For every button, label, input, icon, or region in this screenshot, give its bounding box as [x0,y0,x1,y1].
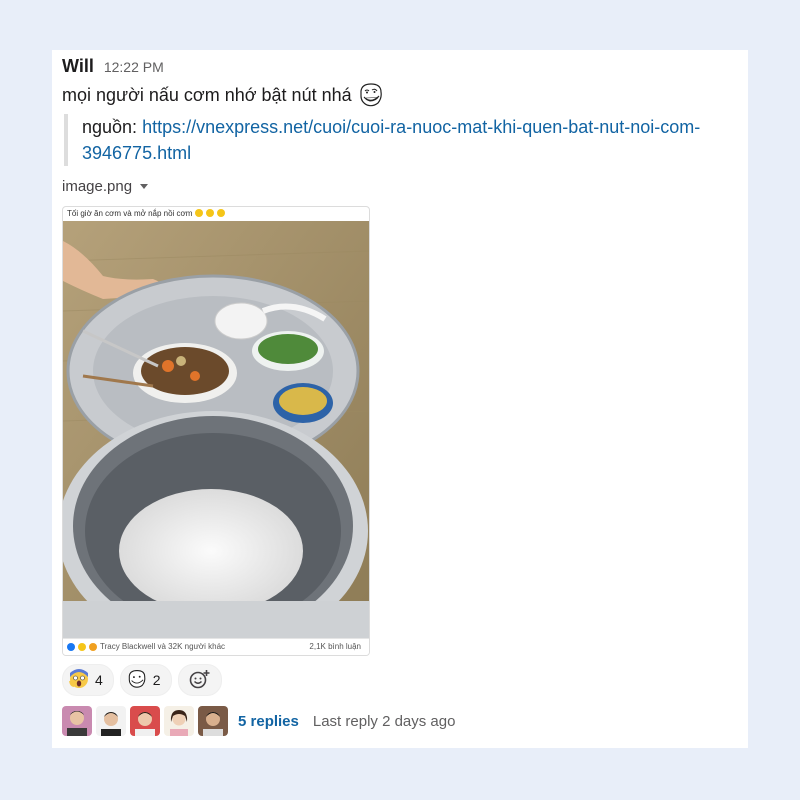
attachment-filename[interactable]: image.png [62,178,132,195]
last-reply-time: Last reply 2 days ago [312,712,456,730]
message-header: Will 12:22 PM [62,56,164,78]
smiley-icon [217,209,226,217]
image-caption-row: Tối giờ ăn cơm và mở nắp nồi cơm [67,207,226,219]
smiley-icon [206,209,215,217]
avatar[interactable] [164,706,194,736]
message-text: mọi người nấu cơm nhớ bật nút nhá [62,84,352,105]
author-name[interactable]: Will [62,56,94,77]
message-timestamp[interactable]: 12:22 PM [104,59,164,75]
wow-icon [89,642,97,651]
reaction-screaming[interactable]: 4 [62,664,114,696]
image-caption: Tối giờ ăn cơm và mở nắp nồi cơm [67,208,193,218]
reaction-count: 4 [95,672,103,688]
reactions-bar: 4 2 [62,664,222,696]
chevron-down-icon[interactable] [140,184,149,189]
avatar[interactable] [130,706,160,736]
like-icon [67,642,75,651]
reaction-trollface[interactable]: 2 [119,664,172,696]
trollface-icon [358,82,384,108]
image-footer-left: Tracy Blackwell và 32K người khác [67,642,225,651]
rice-cooker-photo [63,221,369,641]
avatar[interactable] [198,706,228,736]
avatar[interactable] [62,706,92,736]
quote-prefix: nguồn: [82,117,143,137]
message-text-row: mọi người nấu cơm nhớ bật nút nhá [62,82,384,108]
source-link[interactable]: https://vnexpress.net/cuoi/cuoi-ra-nuoc-… [82,117,700,163]
smiley-icon [195,209,204,217]
image-footer: Tracy Blackwell và 32K người khác 2,1K b… [63,638,369,655]
attachment-header: image.png [62,178,149,195]
image-footer-comments: 2,1K bình luận [309,642,361,651]
link-quote: nguồn: https://vnexpress.net/cuoi/cuoi-r… [64,114,760,166]
trollface-icon [127,669,147,692]
attached-image[interactable]: Tối giờ ăn cơm và mở nắp nồi cơm Tracy B… [62,206,370,656]
add-reaction-icon [189,669,211,692]
replies-link[interactable]: 5 replies [238,713,299,730]
haha-icon [78,642,86,651]
screaming-face-icon [69,668,89,692]
image-footer-reactors: Tracy Blackwell và 32K người khác [100,642,226,651]
message-card: Will 12:22 PM mọi người nấu cơm nhớ bật … [52,50,748,748]
thread-summary: 5 replies Last reply 2 days ago [62,706,455,736]
avatar[interactable] [96,706,126,736]
reaction-count: 2 [152,672,161,688]
add-reaction-button[interactable] [177,664,222,696]
